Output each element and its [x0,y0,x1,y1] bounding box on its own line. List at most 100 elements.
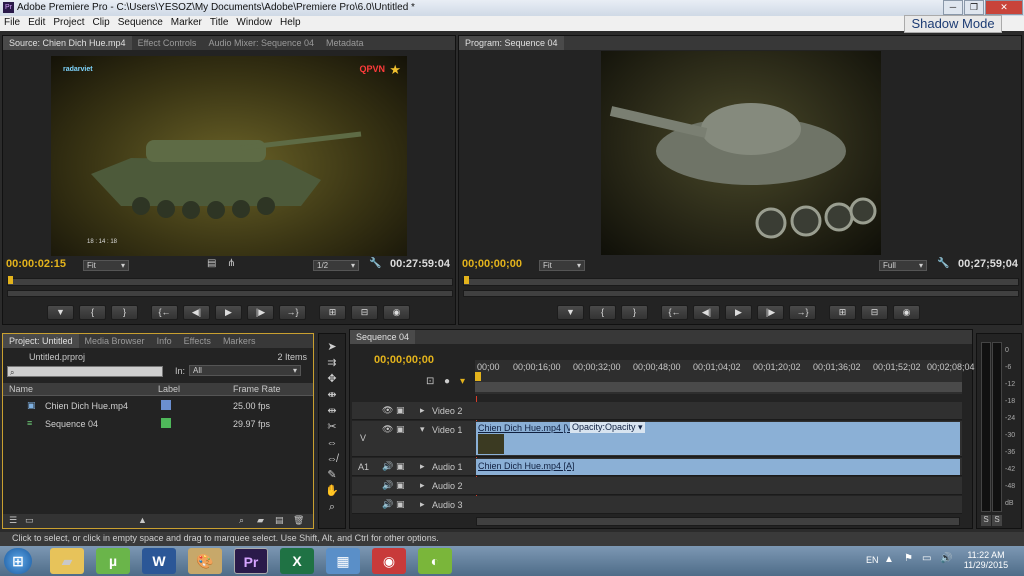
in-select[interactable]: All ▾ [189,365,301,376]
tab-markers[interactable]: Markers [217,334,262,348]
menu-file[interactable]: File [0,16,24,28]
track-select-tool-icon[interactable]: ⇉ [324,356,340,370]
add-marker-button[interactable]: ▼ [557,305,584,320]
explorer-icon[interactable]: ▰ [50,548,84,574]
mark-out-button[interactable]: } [111,305,138,320]
tab-media-browser[interactable]: Media Browser [79,334,151,348]
collapse-icon[interactable]: ▾ [420,424,425,435]
waveform-icon[interactable]: ⋔ [227,258,235,269]
close-button[interactable]: ✕ [985,0,1023,15]
source-patch[interactable]: V [360,433,366,443]
timeline-playhead[interactable] [475,372,481,381]
timeline-timecode[interactable]: 00;00;00;00 [374,354,434,366]
tab-program[interactable]: Program: Sequence 04 [459,36,564,50]
excel-icon[interactable]: X [280,548,314,574]
source-timecode[interactable]: 00:00:02:15 [6,258,66,270]
razor-tool-icon[interactable]: ✂ [324,420,340,434]
wrench-icon[interactable]: 🔧 [369,258,381,269]
step-back-button[interactable]: ◀| [183,305,210,320]
project-search-input[interactable]: ⌕ [7,366,163,377]
utorrent-icon[interactable]: µ [96,548,130,574]
time-ruler[interactable]: 00;00 00;00;16;00 00;00;32;00 00;00;48;0… [475,360,975,394]
menu-title[interactable]: Title [206,16,233,28]
opacity-select[interactable]: Opacity:Opacity ▾ [570,422,645,433]
wrench-icon[interactable]: 🔧 [937,258,949,269]
work-area-bar[interactable] [475,382,962,392]
menu-help[interactable]: Help [276,16,305,28]
source-time-ruler[interactable] [7,276,453,286]
chevron-up-icon[interactable]: ▲ [884,554,894,565]
pen-tool-icon[interactable]: ✎ [324,468,340,482]
go-to-in-button[interactable]: {← [661,305,688,320]
source-playhead[interactable] [8,276,13,284]
tab-metadata[interactable]: Metadata [320,36,370,50]
restore-button[interactable]: ❐ [964,0,984,15]
set-marker-icon[interactable]: ● [444,376,450,387]
video-clip[interactable]: Chien Dich Hue.mp4 [V] Opacity:Opacity ▾ [476,422,960,455]
export-frame-button[interactable]: ◉ [893,305,920,320]
mark-out-button[interactable]: } [621,305,648,320]
new-item-icon[interactable]: ▤ [275,515,284,526]
project-row[interactable]: ▣ Chien Dich Hue.mp4 25.00 fps [3,398,313,415]
menu-project[interactable]: Project [49,16,88,28]
rate-stretch-tool-icon[interactable]: ⇹ [324,404,340,418]
filmstrip-icon[interactable]: ▤ [207,258,216,269]
menu-edit[interactable]: Edit [24,16,49,28]
speaker-icon[interactable]: 🔊 [382,461,393,472]
source-fit-select[interactable]: Fit ▾ [83,260,129,271]
menu-clip[interactable]: Clip [88,16,113,28]
start-button[interactable]: ⊞ [4,548,32,574]
add-marker-button[interactable]: ▼ [47,305,74,320]
rolling-edit-tool-icon[interactable]: ⇼ [324,388,340,402]
go-to-in-button[interactable]: {← [151,305,178,320]
find-icon[interactable]: ⌕ [239,515,244,526]
expand-icon[interactable]: ▸ [420,461,425,472]
lift-button[interactable]: ⊞ [829,305,856,320]
step-back-button[interactable]: ◀| [693,305,720,320]
snap-icon[interactable]: ⊡ [426,376,434,387]
menu-marker[interactable]: Marker [167,16,206,28]
word-icon[interactable]: W [142,548,176,574]
source-video-frame[interactable]: radarviet QPVN ★ 18 : 14 : 18 [51,56,407,256]
menu-sequence[interactable]: Sequence [114,16,167,28]
insert-button[interactable]: ⊞ [319,305,346,320]
program-timecode[interactable]: 00;00;00;00 [462,258,522,270]
tab-info[interactable]: Info [151,334,178,348]
export-frame-button[interactable]: ◉ [383,305,410,320]
play-button[interactable]: ▶ [215,305,242,320]
expand-icon[interactable]: ▸ [420,405,425,416]
zoom-tool-icon[interactable]: ⌕ [324,500,340,514]
program-quality-select[interactable]: Full ▾ [879,260,927,271]
sync-lock-icon[interactable]: ▣ [396,461,405,472]
step-forward-button[interactable]: |▶ [247,305,274,320]
shadow-mode-badge[interactable]: Shadow Mode [904,15,1002,33]
premiere-icon[interactable]: Pr [234,548,268,574]
new-bin-icon[interactable]: ▰ [257,515,264,526]
overwrite-button[interactable]: ⊟ [351,305,378,320]
menu-window[interactable]: Window [232,16,276,28]
green-app-icon[interactable]: ◐ [418,548,452,574]
sync-lock-icon[interactable]: ▣ [396,499,405,510]
solo-left-button[interactable]: S [981,515,991,526]
trash-icon[interactable]: 🗑 [293,515,304,526]
selection-tool-icon[interactable]: ➤ [324,340,340,354]
tab-source[interactable]: Source: Chien Dich Hue.mp4 [3,36,132,50]
minimize-button[interactable]: ─ [943,0,963,15]
program-fit-select[interactable]: Fit ▾ [539,260,585,271]
monitor-icon[interactable]: ▭ [922,553,931,564]
language-indicator[interactable]: EN [866,555,879,565]
control-panel-icon[interactable]: ▦ [326,548,360,574]
program-zoom-bar[interactable] [463,290,1019,297]
play-button[interactable]: ▶ [725,305,752,320]
ripple-edit-tool-icon[interactable]: ✥ [324,372,340,386]
marker-icon[interactable]: ▾ [460,376,465,387]
solo-right-button[interactable]: S [992,515,1002,526]
speaker-icon[interactable]: 🔊 [382,480,393,491]
col-label[interactable]: Label [158,384,180,394]
mark-in-button[interactable]: { [589,305,616,320]
sync-lock-icon[interactable]: ▣ [396,424,405,435]
source-patch[interactable]: A1 [358,462,369,472]
timeline-scrollbar[interactable] [476,517,960,526]
paint-icon[interactable]: 🎨 [188,548,222,574]
camera-app-icon[interactable]: ◉ [372,548,406,574]
